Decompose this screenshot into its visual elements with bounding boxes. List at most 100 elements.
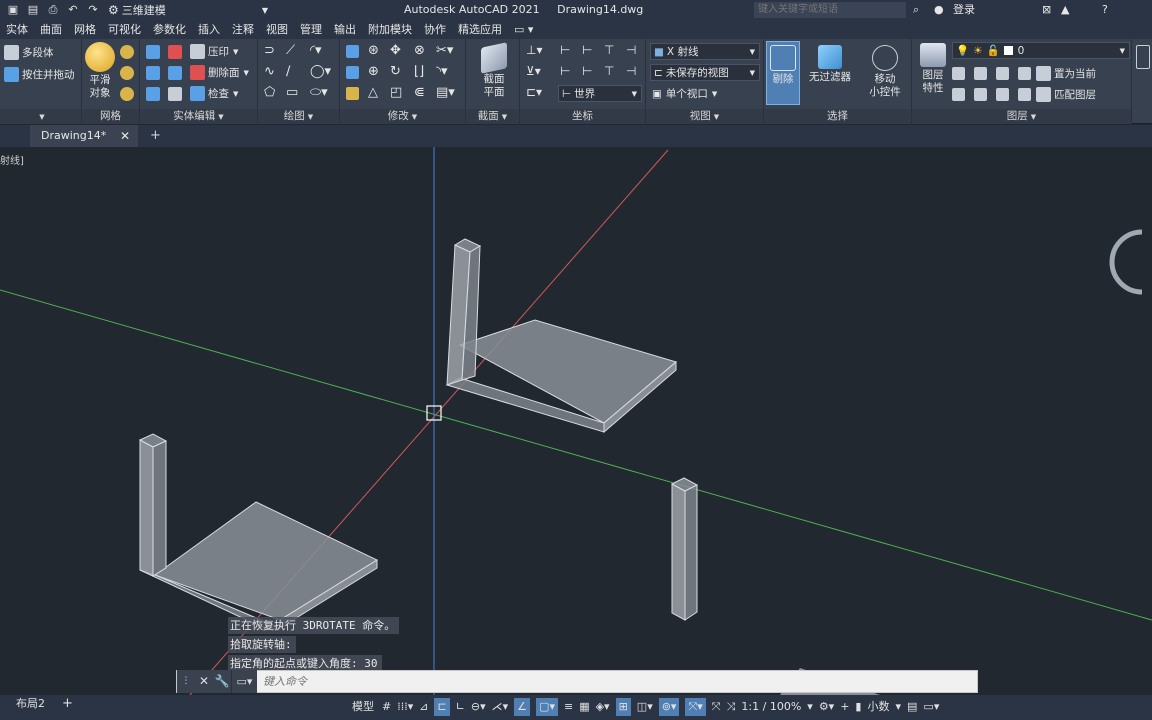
polysolid-button[interactable]: 多段体 (4, 45, 54, 60)
layer-on-all-icon[interactable] (952, 88, 965, 101)
set-current-button[interactable]: 置为当前 (1036, 66, 1096, 81)
units-chevron-down-icon[interactable]: ▾ (895, 698, 901, 716)
scale-icon[interactable]: ◰ (390, 85, 402, 100)
add-layout-button[interactable]: + (62, 695, 73, 713)
tab-collaborate[interactable]: 协作 (418, 20, 452, 39)
snap-icon[interactable]: ⁞⁞⁞▾ (397, 698, 413, 716)
mesh-refine-icon[interactable] (120, 87, 134, 101)
lineweight-icon[interactable]: ≡ (564, 698, 573, 716)
ortho-icon[interactable]: ∟ (456, 698, 465, 716)
transparency-icon[interactable]: ▦ (579, 698, 589, 716)
annotation-scale-value[interactable]: 1:1 / 100% (741, 698, 801, 716)
rotate-3d-icon[interactable]: ⊗ (414, 43, 425, 58)
extrude-faces-icon[interactable] (346, 66, 359, 79)
quick-properties-icon[interactable]: ▤ (907, 698, 917, 716)
3d-scale-icon[interactable]: △ (368, 85, 378, 100)
tab-view[interactable]: 视图 (260, 20, 294, 39)
tab-surface[interactable]: 曲面 (34, 20, 68, 39)
layer-properties-button[interactable]: 图层 特性 (916, 43, 950, 95)
object-snap-tracking-icon[interactable]: ∠ (514, 698, 531, 716)
ucs-named-icon[interactable]: ⊏▾ (526, 85, 542, 99)
ucs-x-icon[interactable]: ⊢ (582, 43, 592, 57)
add-icon[interactable]: + (840, 698, 849, 716)
3d-move-icon[interactable]: ⊛ (368, 43, 379, 58)
close-icon[interactable]: ✕ (120, 125, 130, 147)
layer-off-icon[interactable] (952, 67, 965, 80)
save-icon[interactable]: ▣ (6, 3, 20, 17)
polygon-icon[interactable]: ⬠ (264, 85, 275, 100)
tab-manage[interactable]: 管理 (294, 20, 328, 39)
polar-tracking-icon[interactable]: ⊖▾ (471, 698, 486, 716)
spline-icon[interactable]: ∿ (264, 64, 275, 79)
close-command-line-icon[interactable]: ✕ (195, 670, 213, 693)
polyline-icon[interactable]: ⟋ (286, 43, 295, 58)
panel-title-coordinates[interactable]: 坐标 (520, 109, 645, 124)
3d-align-icon[interactable]: ⊕ (368, 64, 379, 79)
mesh-smooth-more-icon[interactable] (120, 45, 134, 59)
gizmo-toggle-icon[interactable]: ⤧▾ (685, 698, 706, 716)
ucs-object-icon[interactable]: ⊢ (582, 64, 592, 78)
layer-freeze-icon[interactable] (996, 67, 1009, 80)
model-space-button[interactable]: 模型 (352, 698, 374, 716)
tab-visualize[interactable]: 可视化 (102, 20, 147, 39)
command-recent-icon[interactable]: ▭▾ (231, 670, 257, 693)
new-tab-button[interactable]: + (150, 125, 161, 147)
redo-icon[interactable]: ↷ (86, 3, 100, 17)
infer-constraints-icon[interactable]: ⊿ (419, 698, 428, 716)
selection-filter-icon[interactable]: ⊚▾ (658, 698, 680, 716)
ucs-origin-icon[interactable]: ⊻▾ (526, 64, 541, 78)
smooth-object-button[interactable]: 平滑 对象 (84, 42, 116, 100)
panel-title-modeling[interactable]: ▼ (0, 109, 81, 124)
panel-title-modify[interactable]: 修改 ▼ (340, 109, 465, 124)
move-gizmo-button[interactable]: 移动 小控件 (862, 45, 908, 99)
units-icon[interactable]: ▮ (855, 698, 861, 716)
3d-object-snap-icon[interactable]: ⊞ (615, 698, 631, 716)
search-input[interactable] (754, 2, 906, 18)
viewport-label[interactable]: 射线] (0, 152, 24, 167)
separate-faces-button[interactable]: 删除面 ▼ (190, 65, 249, 80)
units-value[interactable]: 小数 (867, 698, 889, 716)
ucs-icon[interactable]: ⊥▾ (526, 43, 542, 57)
no-filter-button[interactable]: 无过滤器 (806, 45, 854, 84)
model-space-canvas[interactable] (0, 147, 1152, 695)
clean-screen-icon[interactable]: ▭▾ (923, 698, 939, 716)
layer-thaw-all-icon[interactable] (996, 88, 1009, 101)
ellipse-icon[interactable]: ⬭▾ (310, 85, 328, 100)
intersect-icon[interactable] (146, 87, 160, 101)
autodesk-app-icon[interactable]: ▲ (1061, 2, 1069, 18)
mirror-icon[interactable] (346, 45, 359, 58)
array-icon[interactable]: ⋐ (414, 85, 425, 100)
trim-icon[interactable]: ✂▾ (436, 43, 453, 58)
layer-isolate-icon[interactable] (974, 67, 987, 80)
ucs-world-icon[interactable]: ⊢ (560, 43, 570, 57)
subtract-icon[interactable] (146, 66, 160, 80)
named-view-dropdown[interactable]: ⊏ 未保存的视图 ▼ (650, 64, 760, 81)
line-icon[interactable]: ⊃ (264, 43, 275, 58)
erase-icon[interactable]: ▤▾ (436, 85, 455, 100)
sign-in-link[interactable]: 登录 (953, 2, 975, 18)
edit-icon[interactable] (346, 87, 359, 100)
scale-chevron-down-icon[interactable]: ▾ (807, 698, 813, 716)
move-icon[interactable]: ✥ (390, 43, 401, 58)
ribbon-options-icon[interactable]: ▭ ▾ (508, 20, 539, 39)
presspull-button[interactable]: 按住并拖动 (4, 67, 75, 82)
construction-line-icon[interactable]: ∕ (286, 64, 290, 79)
ucs-z-icon[interactable]: ⊣ (626, 43, 636, 57)
match-layer-button[interactable]: 匹配图层 (1036, 87, 1096, 102)
grid-icon[interactable]: # (382, 698, 391, 716)
solid-object-lower-left[interactable] (138, 433, 379, 631)
annotation-scale-icon[interactable]: ⤨ (727, 698, 736, 716)
solid-object-right-post[interactable] (670, 477, 699, 621)
dynamic-ucs-icon[interactable]: ◫▾ (637, 698, 653, 716)
tab-mesh[interactable]: 网格 (68, 20, 102, 39)
interfere-icon[interactable] (168, 45, 182, 59)
tab-featured-apps[interactable]: 精选应用 (452, 20, 508, 39)
mesh-smooth-less-icon[interactable] (120, 66, 134, 80)
save-as-icon[interactable]: ▤ (26, 3, 40, 17)
layer-unisolate-icon[interactable] (974, 88, 987, 101)
drawing-viewport[interactable]: 射线] (0, 147, 1152, 695)
tab-insert[interactable]: 插入 (192, 20, 226, 39)
workspace-dropdown[interactable]: ⚙ 三维建模 ▼ (108, 2, 268, 18)
rectangle-icon[interactable]: ▭ (286, 85, 298, 100)
solid-object-upper[interactable] (445, 238, 678, 434)
